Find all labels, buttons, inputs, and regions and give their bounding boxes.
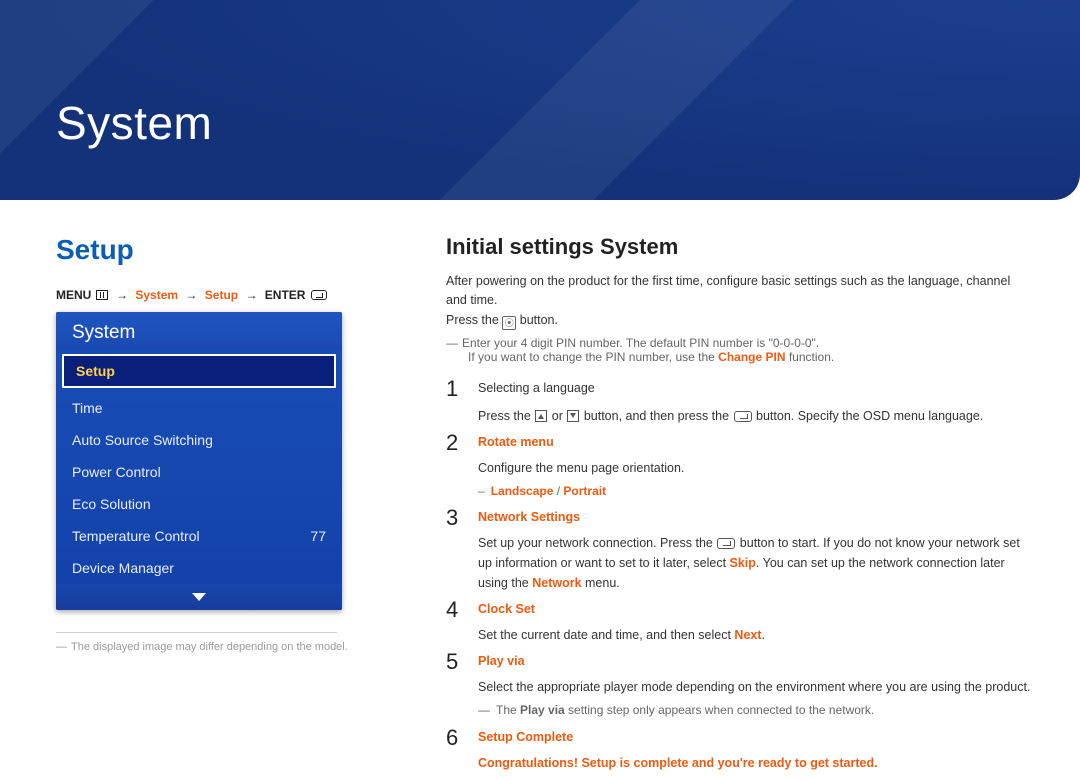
- right-column: Initial settings System After powering o…: [446, 234, 1034, 779]
- menu-grid-icon: [96, 290, 108, 300]
- divider: [56, 632, 337, 633]
- breadcrumb-setup: Setup: [205, 288, 238, 302]
- arrow-icon: →: [241, 288, 261, 302]
- menu-item-eco-solution[interactable]: Eco Solution: [56, 488, 342, 520]
- banner-title: System: [56, 96, 212, 150]
- step-number: 2: [446, 432, 462, 501]
- menu-item-temperature-control[interactable]: Temperature Control 77: [56, 520, 342, 552]
- chevron-down-icon: [192, 593, 206, 601]
- menu-item-label: Setup: [76, 363, 115, 379]
- menu-item-label: Time: [72, 400, 103, 416]
- left-column: Setup MENU → System → Setup → ENTER Syst…: [56, 234, 356, 653]
- step-6: 6 Setup Complete Congratulations! Setup …: [446, 727, 1034, 773]
- step-lead: Setup Complete: [478, 727, 1034, 747]
- menu-item-device-manager[interactable]: Device Manager: [56, 552, 342, 584]
- banner: System: [0, 0, 1080, 200]
- circle-button-icon: ⦿: [502, 316, 516, 330]
- step-1: 1 Selecting a language Press the or butt…: [446, 378, 1034, 426]
- breadcrumb-enter: ENTER: [265, 288, 306, 302]
- step-lead: Clock Set: [478, 599, 1034, 619]
- step-lead: Selecting a language: [478, 378, 1034, 398]
- footnote: ―The displayed image may differ dependin…: [56, 641, 356, 653]
- menu-item-power-control[interactable]: Power Control: [56, 456, 342, 488]
- step-4: 4 Clock Set Set the current date and tim…: [446, 599, 1034, 645]
- step-number: 4: [446, 599, 462, 645]
- triangle-up-icon: [535, 410, 547, 422]
- section-title: Initial settings System: [446, 234, 1034, 260]
- menu-item-label: Auto Source Switching: [72, 432, 213, 448]
- pin-note: ―Enter your 4 digit PIN number. The defa…: [458, 336, 1034, 364]
- intro-text: After powering on the product for the fi…: [446, 272, 1034, 330]
- enter-icon: [734, 411, 752, 422]
- breadcrumb-menu: MENU: [56, 288, 91, 302]
- arrow-icon: →: [112, 288, 132, 302]
- steps-list: 1 Selecting a language Press the or butt…: [446, 378, 1034, 772]
- breadcrumb: MENU → System → Setup → ENTER: [56, 288, 356, 302]
- menu-item-time[interactable]: Time: [56, 392, 342, 424]
- menu-item-label: Temperature Control: [72, 528, 200, 544]
- step-lead: Rotate menu: [478, 432, 1034, 452]
- step-2: 2 Rotate menu Configure the menu page or…: [446, 432, 1034, 501]
- enter-icon: [311, 290, 327, 300]
- step-5: 5 Play via Select the appropriate player…: [446, 651, 1034, 720]
- system-menu-panel: System Setup Time Auto Source Switching …: [56, 312, 342, 610]
- breadcrumb-system: System: [135, 288, 178, 302]
- step-3: 3 Network Settings Set up your network c…: [446, 507, 1034, 593]
- step-number: 6: [446, 727, 462, 773]
- menu-item-auto-source[interactable]: Auto Source Switching: [56, 424, 342, 456]
- menu-item-value: 77: [310, 528, 326, 544]
- step-number: 1: [446, 378, 462, 426]
- setup-heading: Setup: [56, 234, 356, 266]
- menu-item-label: Device Manager: [72, 560, 174, 576]
- menu-title: System: [56, 312, 342, 350]
- step-lead: Play via: [478, 651, 1034, 671]
- menu-item-label: Power Control: [72, 464, 161, 480]
- menu-scroll-down[interactable]: [56, 584, 342, 610]
- step-number: 5: [446, 651, 462, 720]
- triangle-down-icon: [567, 410, 579, 422]
- arrow-icon: →: [181, 288, 201, 302]
- enter-icon: [717, 538, 735, 549]
- step-lead: Network Settings: [478, 507, 1034, 527]
- menu-item-setup[interactable]: Setup: [62, 354, 336, 388]
- menu-item-label: Eco Solution: [72, 496, 151, 512]
- step-number: 3: [446, 507, 462, 593]
